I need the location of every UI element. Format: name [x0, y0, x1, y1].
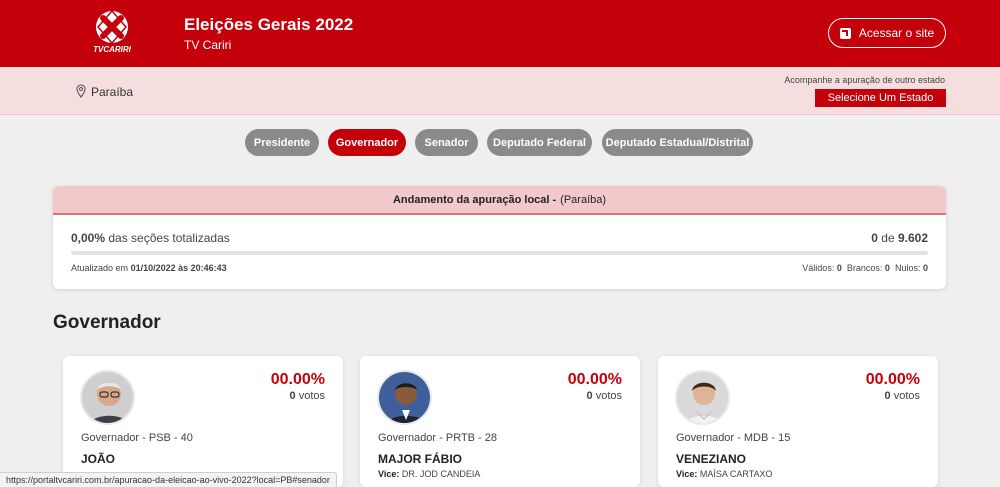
candidate-party: Governador - MDB - 15	[676, 432, 791, 444]
logo-mark-icon	[96, 9, 128, 45]
vice-name: MAÍSA CARTAXO	[699, 469, 773, 479]
sections-count: 0 de 9.602	[871, 231, 928, 245]
candidate-votes: 0 votos	[587, 390, 622, 402]
progress-region: (Paraíba)	[560, 193, 607, 206]
votes-count: 0	[289, 390, 296, 402]
tab-senador[interactable]: Senador	[415, 129, 478, 156]
candidate-photo	[675, 370, 730, 425]
sections-totalized: 0,00% das seções totalizadas	[71, 231, 230, 245]
counting-progress-card: Andamento da apuração local - (Paraíba) …	[53, 186, 946, 289]
progress-card-header: Andamento da apuração local - (Paraíba)	[53, 186, 946, 215]
votes-label: votos	[893, 390, 920, 402]
updated-timestamp: Atualizado em 01/10/2022 às 20:46:43	[71, 263, 227, 273]
sections-label: das seções totalizadas	[108, 231, 230, 245]
state-select-button[interactable]: Selecione Um Estado	[815, 89, 946, 107]
state-bar: Paraíba Acompanhe a apuração de outro es…	[0, 67, 1000, 115]
votes-count: 0	[586, 390, 593, 402]
app-subtitle: TV Cariri	[184, 38, 232, 52]
candidate-name: MAJOR FÁBIO	[378, 452, 462, 466]
blank-value: 0	[884, 263, 890, 273]
candidate-vice: Vice: DR. JOD CANDEIA	[378, 469, 480, 479]
candidate-photo	[377, 370, 432, 425]
other-state-label: Acompanhe a apuração de outro estado	[784, 75, 945, 85]
candidate-votes: 0 votos	[290, 390, 325, 402]
candidate-percent: 00.00%	[270, 371, 325, 388]
blank-label: Brancos:	[846, 263, 883, 273]
office-tabs: Presidente Governador Senador Deputado F…	[0, 129, 1000, 157]
candidate-votes: 0 votos	[885, 390, 920, 402]
site-header: TVCARIRI Eleições Gerais 2022 TV Cariri …	[0, 0, 1000, 67]
candidate-photo	[80, 370, 135, 425]
section-title: Governador	[53, 312, 161, 333]
vice-name: DR. JOD CANDEIA	[401, 469, 481, 479]
external-link-icon	[839, 27, 851, 39]
candidate-party: Governador - PRTB - 28	[378, 432, 498, 444]
vice-label: Vice:	[676, 469, 698, 479]
tab-governador[interactable]: Governador	[328, 129, 406, 156]
tab-deputado-estadual[interactable]: Deputado Estadual/Distrital	[602, 129, 753, 156]
progress-title: Andamento da apuração local -	[392, 193, 557, 206]
sections-percent: 0,00%	[71, 231, 106, 245]
tab-deputado-federal[interactable]: Deputado Federal	[487, 129, 592, 156]
candidate-vice: Vice: MAÍSA CARTAXO	[676, 469, 773, 479]
sections-of: de	[881, 231, 895, 245]
candidate-card[interactable]: 00.00% 0 votos Governador - MDB - 15 VEN…	[658, 356, 938, 487]
candidate-party: Governador - PSB - 40	[81, 432, 193, 444]
browser-status-url: https://portaltvcariri.com.br/apuracao-d…	[0, 472, 337, 487]
access-site-label: Acessar o site	[858, 26, 935, 40]
candidate-card[interactable]: 00.00% 0 votos Governador - PSB - 40 JOÃ…	[63, 356, 343, 487]
candidate-name: JOÃO	[81, 452, 116, 466]
candidate-name: VENEZIANO	[676, 452, 747, 466]
updated-value: 01/10/2022 às 20:46:43	[130, 263, 227, 273]
votes-count: 0	[884, 390, 891, 402]
vice-label: Vice:	[378, 469, 400, 479]
valid-value: 0	[836, 263, 842, 273]
progress-bar	[71, 251, 928, 255]
location-pin-icon	[76, 84, 86, 98]
updated-label: Atualizado em	[71, 263, 129, 273]
candidate-percent: 00.00%	[567, 371, 622, 388]
tv-cariri-logo[interactable]: TVCARIRI	[92, 9, 132, 57]
null-value: 0	[922, 263, 928, 273]
logo-text: TVCARIRI	[93, 45, 131, 54]
current-state-name: Paraíba	[91, 85, 134, 99]
sections-done: 0	[871, 231, 878, 245]
tab-presidente[interactable]: Presidente	[245, 129, 319, 156]
votes-label: votos	[595, 390, 622, 402]
app-title: Eleições Gerais 2022	[184, 15, 354, 34]
valid-label: Válidos:	[802, 263, 835, 273]
null-label: Nulos:	[894, 263, 921, 273]
votes-label: votos	[298, 390, 325, 402]
sections-total: 9.602	[897, 231, 928, 245]
candidate-percent: 00.00%	[865, 371, 920, 388]
vote-totals: Válidos: 0 Brancos: 0 Nulos: 0	[802, 263, 928, 273]
access-site-button[interactable]: Acessar o site	[828, 18, 946, 48]
candidate-card[interactable]: 00.00% 0 votos Governador - PRTB - 28 MA…	[360, 356, 640, 487]
